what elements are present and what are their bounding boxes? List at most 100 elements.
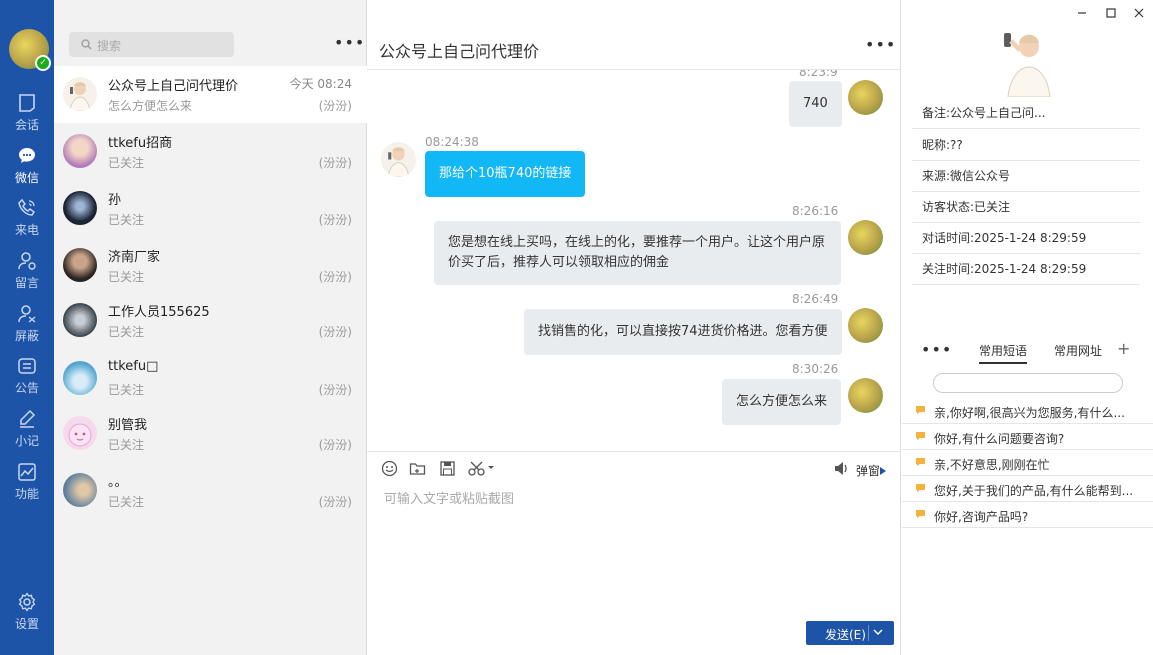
message-time: 8:23:9 — [799, 70, 838, 79]
phrase-item[interactable]: 亲,你好啊,很高兴为您服务,有什么... — [902, 398, 1153, 424]
online-check-icon: ✓ — [35, 55, 51, 71]
search-placeholder: 搜索 — [97, 39, 122, 53]
contact-avatar — [63, 134, 97, 168]
info-nickname: 昵称:?? — [912, 130, 1140, 161]
conversation-time: 今天 08:24 — [289, 77, 352, 91]
conversation-item[interactable]: 济南厂家 已关注 (汾汾) — [54, 237, 367, 294]
message-input[interactable]: 可输入文字或粘贴截图 — [384, 488, 514, 507]
nav-label: 功能 — [14, 487, 39, 501]
nav-label: 设置 — [14, 617, 39, 631]
phrase-item[interactable]: 你好,有什么问题要咨询? — [902, 424, 1153, 450]
speaker-icon[interactable] — [833, 460, 851, 477]
chat-panel: 公众号上自己问代理价 ••• 8:23:9 740 08:24:38 那给个10… — [367, 0, 901, 655]
contact-avatar — [63, 191, 97, 225]
nav-label: 小记 — [14, 434, 39, 448]
message-line: 价买了后，推荐人可以领取相应的佣金 — [448, 255, 670, 270]
contact-name: 公众号上自己问代理价 — [108, 79, 239, 94]
list-more-button[interactable]: ••• — [334, 35, 365, 51]
message-user-icon — [18, 252, 36, 270]
message-time: 8:30:26 — [792, 362, 839, 376]
send-label: 发送(E) — [825, 628, 866, 642]
minimize-icon[interactable] — [1077, 8, 1087, 18]
nav-label: 公告 — [14, 381, 39, 395]
nav-label: 会话 — [14, 118, 39, 132]
tab-common-urls[interactable]: 常用网址 — [1054, 342, 1102, 359]
assigned-agent: (汾汾) — [318, 270, 352, 284]
customer-panel: 备注:公众号上自己问... 昵称:?? 来源:微信公众号 访客状态:已关注 对话… — [902, 0, 1153, 655]
phrase-text: 您好,关于我们的产品,有什么能帮到... — [934, 484, 1134, 498]
message-bubble: 您是想在线上买吗，在线上的化，要推荐一个用户。让这个用户原 价买了后，推荐人可以… — [434, 221, 841, 285]
nav-item-functions[interactable]: 功能 — [0, 462, 54, 514]
chat-more-button[interactable]: ••• — [865, 37, 896, 53]
caret-right-icon — [880, 467, 887, 475]
conversation-item[interactable]: 。。 已关注 (汾汾) — [54, 462, 367, 519]
contact-avatar — [63, 473, 97, 507]
phrase-search-input[interactable] — [933, 373, 1123, 393]
send-button[interactable]: 发送(E) — [806, 621, 894, 645]
nav-item-settings[interactable]: 设置 — [0, 592, 54, 644]
contact-name: 济南厂家 — [108, 250, 161, 265]
contact-name: 别管我 — [108, 418, 148, 433]
contact-avatar — [63, 303, 97, 337]
agent-avatar — [848, 378, 883, 413]
contact-name: ttkefu招商 — [108, 136, 173, 151]
nav-item-calls[interactable]: 来电 — [0, 198, 54, 250]
save-icon[interactable] — [439, 460, 456, 477]
assigned-agent: (汾汾) — [318, 495, 352, 509]
nav-item-notes[interactable]: 小记 — [0, 409, 54, 461]
pencil-icon — [20, 409, 36, 428]
input-divider — [367, 451, 901, 452]
message-time: 8:26:16 — [792, 204, 839, 218]
search-input[interactable]: 搜索 — [69, 32, 234, 57]
message-bubble: 740 — [789, 81, 842, 127]
emoji-icon[interactable] — [381, 460, 398, 477]
phrase-bubble-icon — [916, 406, 925, 414]
conversation-item[interactable]: ttkefu招商 已关注 (汾汾) — [54, 123, 367, 180]
conversation-item[interactable]: 孙 已关注 (汾汾) — [54, 180, 367, 237]
phrase-item[interactable]: 亲,不好意思,刚刚在忙 — [902, 450, 1153, 476]
maximize-icon[interactable] — [1106, 8, 1116, 18]
close-icon[interactable] — [1134, 8, 1144, 18]
conversation-item[interactable]: ttkefu□ 已关注 (汾汾) — [54, 350, 367, 407]
tab-common-phrases[interactable]: 常用短语 — [979, 342, 1028, 364]
message-time: 08:24:38 — [425, 135, 479, 149]
last-message: 已关注 — [108, 438, 145, 452]
nav-label: 屏蔽 — [14, 329, 39, 343]
message-area[interactable]: 8:23:9 740 08:24:38 那给个10瓶740的链接 8:26:16… — [367, 70, 901, 450]
wechat-chat-icon — [19, 148, 35, 163]
popup-toggle[interactable]: 弹窗 — [856, 462, 887, 479]
nav-label: 微信 — [14, 171, 39, 185]
last-message: 已关注 — [108, 495, 145, 509]
conversation-item[interactable]: 别管我 已关注 (汾汾) — [54, 405, 367, 462]
nav-item-notice[interactable]: 公告 — [0, 356, 54, 408]
info-source: 来源:微信公众号 — [912, 161, 1140, 192]
agent-avatar — [848, 80, 883, 115]
nav-item-wechat[interactable]: 微信 — [0, 146, 54, 198]
phrase-item[interactable]: 您好,关于我们的产品,有什么能帮到... — [902, 476, 1153, 502]
last-message: 已关注 — [108, 270, 145, 284]
nav-item-messages[interactable]: 留言 — [0, 251, 54, 303]
message-line: 您是想在线上买吗，在线上的化，要推荐一个用户。让这个用户原 — [448, 235, 826, 250]
my-avatar[interactable]: ✓ — [9, 29, 51, 71]
folder-icon[interactable] — [409, 460, 426, 477]
info-chat-time: 对话时间:2025-1-24 8:29:59 — [912, 223, 1140, 254]
last-message: 已关注 — [108, 325, 145, 339]
chevron-down-icon[interactable] — [873, 628, 883, 636]
phrase-item[interactable]: 你好,咨询产品吗? — [902, 502, 1153, 528]
conversation-item[interactable]: 公众号上自己问代理价 怎么方便怎么来 今天 08:24 (汾汾) — [54, 66, 367, 123]
contact-name: 孙 — [108, 193, 122, 208]
contact-avatar — [63, 248, 97, 282]
phrase-bubble-icon — [916, 510, 925, 518]
nav-item-block[interactable]: 屏蔽 — [0, 304, 54, 356]
gear-icon — [18, 592, 36, 612]
phrase-bubble-icon — [916, 432, 925, 440]
phrases-more-button[interactable]: ••• — [921, 342, 952, 358]
conversation-item[interactable]: 工作人员155625 已关注 (汾汾) — [54, 292, 367, 349]
contact-avatar — [63, 77, 97, 111]
add-phrase-button[interactable]: + — [1117, 339, 1130, 358]
scissors-icon[interactable] — [468, 460, 496, 477]
nav-label: 来电 — [14, 223, 39, 237]
nav-item-sessions[interactable]: 会话 — [0, 93, 54, 145]
contact-avatar — [63, 361, 97, 395]
assigned-agent: (汾汾) — [318, 438, 352, 452]
